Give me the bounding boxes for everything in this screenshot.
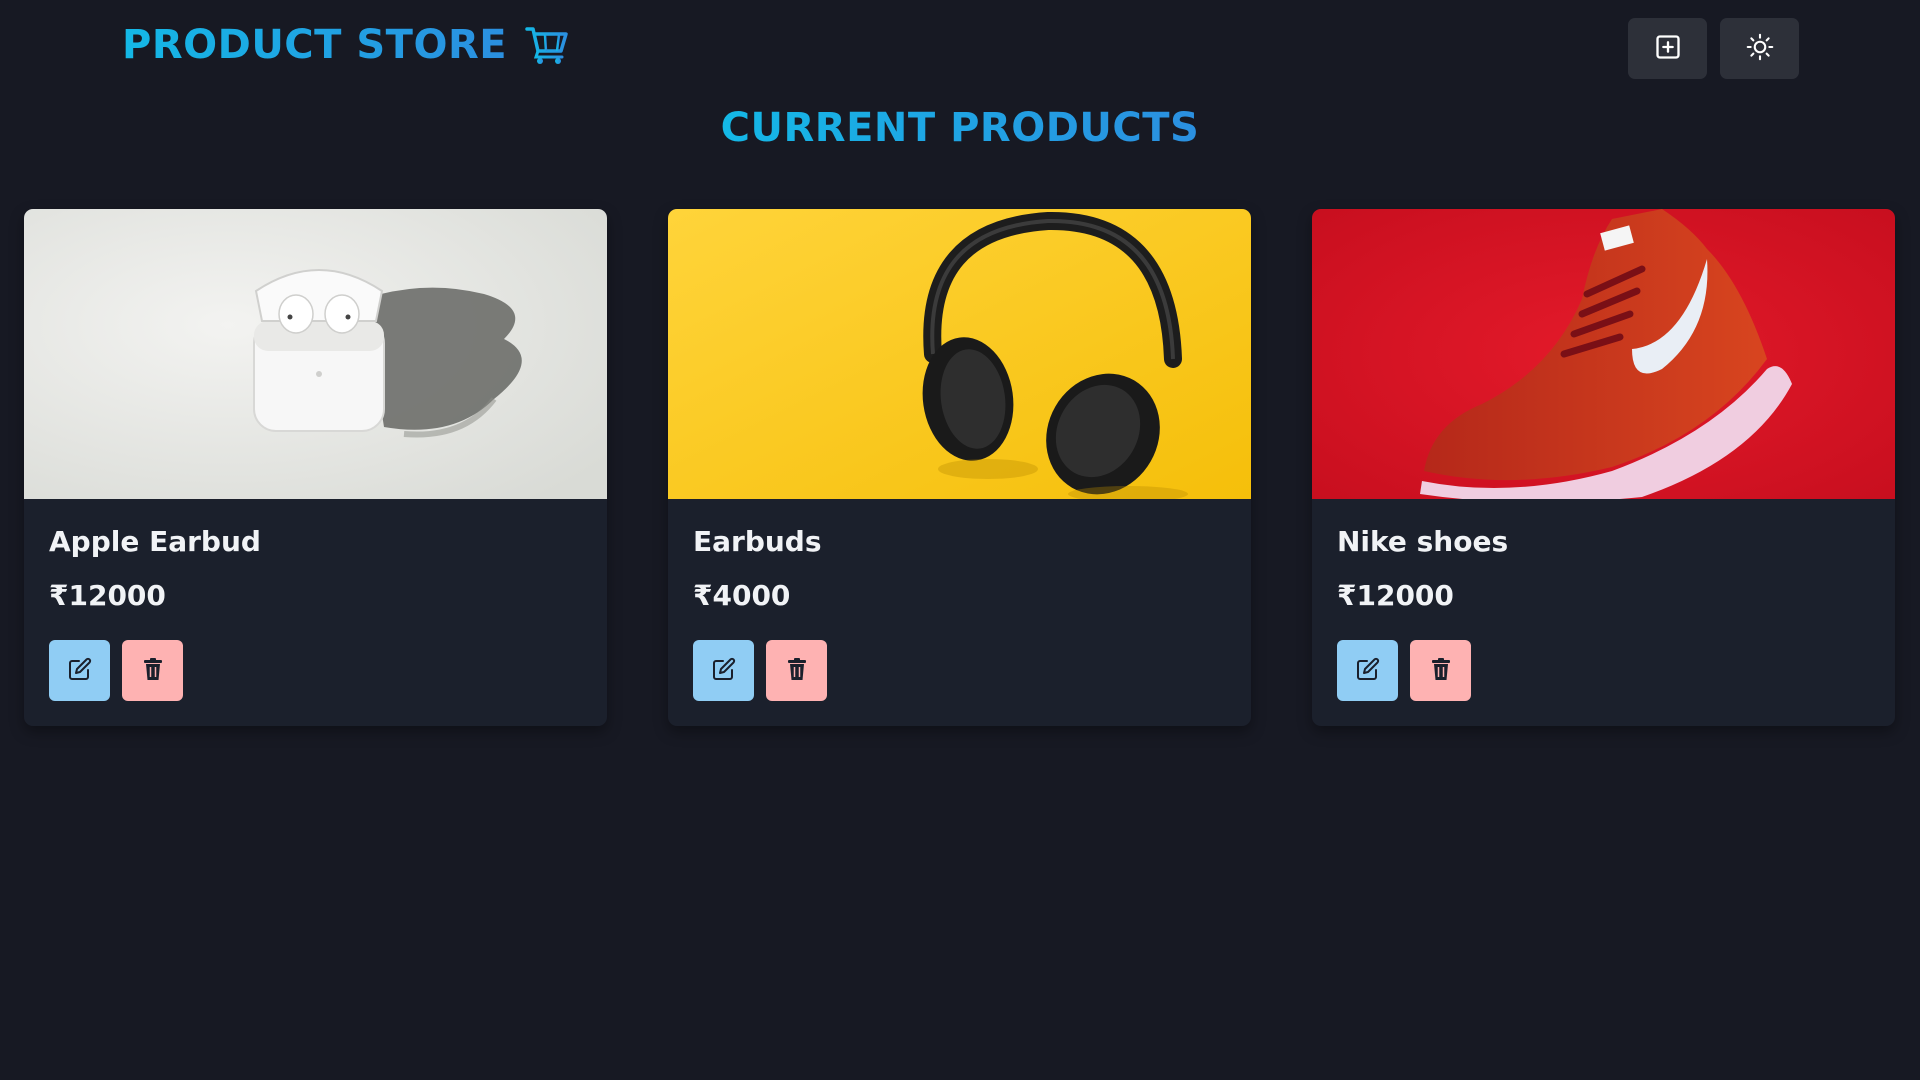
edit-icon	[712, 657, 736, 685]
plus-square-icon	[1654, 33, 1682, 65]
edit-product-button[interactable]	[1337, 640, 1398, 701]
edit-icon	[1356, 657, 1380, 685]
delete-product-button[interactable]	[122, 640, 183, 701]
product-name: Earbuds	[693, 525, 822, 558]
edit-product-button[interactable]	[693, 640, 754, 701]
product-image-shoe	[1312, 209, 1895, 499]
brand-title: PRODUCT STORE	[122, 22, 508, 68]
theme-toggle-button[interactable]	[1720, 18, 1799, 79]
card-actions	[49, 640, 582, 701]
card-body: Nike shoes ₹12000	[1312, 499, 1895, 701]
delete-product-button[interactable]	[1410, 640, 1471, 701]
page-title-text: CURRENT PRODUCTS	[720, 105, 1200, 151]
product-image-earbud-case	[24, 209, 607, 499]
page-title: CURRENT PRODUCTS	[0, 105, 1920, 151]
navbar: PRODUCT STORE	[0, 0, 1920, 100]
trash-icon	[142, 657, 164, 685]
sun-icon	[1746, 33, 1774, 65]
product-card: Earbuds ₹4000	[668, 209, 1251, 726]
product-card: Apple Earbud ₹12000	[24, 209, 607, 726]
product-card: Nike shoes ₹12000	[1312, 209, 1895, 726]
card-actions	[1337, 640, 1870, 701]
edit-icon	[68, 657, 92, 685]
product-price: ₹4000	[693, 579, 791, 612]
product-price: ₹12000	[1337, 579, 1454, 612]
product-name: Nike shoes	[1337, 525, 1509, 558]
create-product-button[interactable]	[1628, 18, 1707, 79]
product-image-headphones	[668, 209, 1251, 499]
product-name: Apple Earbud	[49, 525, 261, 558]
delete-product-button[interactable]	[766, 640, 827, 701]
edit-product-button[interactable]	[49, 640, 110, 701]
product-store-app: PRODUCT STORE CURRENT PRODUCTS Apple Ear…	[0, 0, 1920, 1080]
card-body: Apple Earbud ₹12000	[24, 499, 607, 701]
card-actions	[693, 640, 1226, 701]
card-body: Earbuds ₹4000	[668, 499, 1251, 701]
shopping-cart-icon	[525, 25, 569, 65]
brand-link[interactable]: PRODUCT STORE	[122, 22, 569, 68]
trash-icon	[786, 657, 808, 685]
product-price: ₹12000	[49, 579, 166, 612]
trash-icon	[1430, 657, 1452, 685]
product-grid: Apple Earbud ₹12000 Earbuds ₹4000 Nike s…	[24, 209, 1895, 726]
